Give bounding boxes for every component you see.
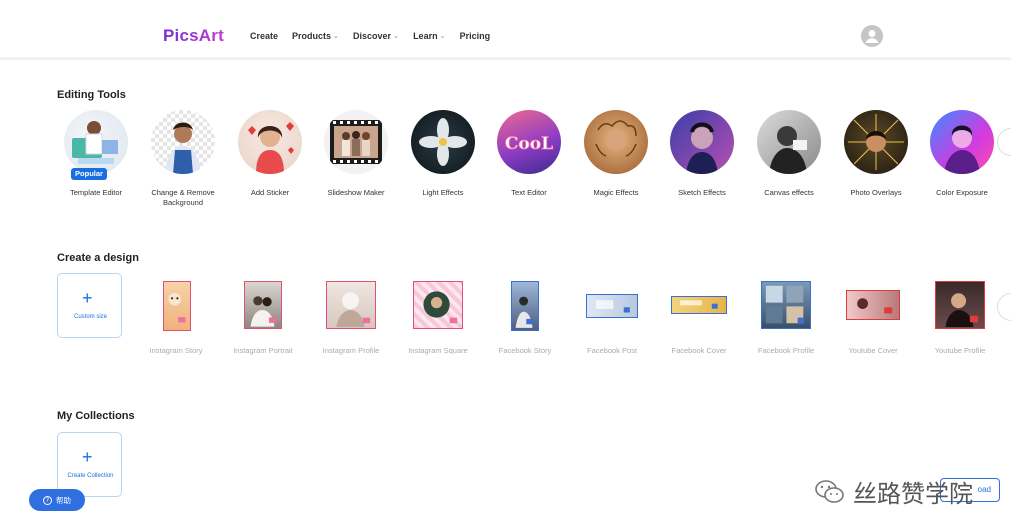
design-label: Facebook Post [586,346,638,355]
chevron-down-icon: ⌄ [333,33,339,40]
instagram-square-thumbnail [413,281,463,329]
my-collections-title: My Collections [57,410,135,422]
nav-discover[interactable]: Discover ⌄ [353,31,399,41]
design-instagram-story[interactable]: Instagram Story [132,273,220,363]
sketch-effects-thumbnail [670,110,734,174]
facebook-post-thumbnail [586,294,638,318]
tool-template-editor[interactable]: Popular Template Editor [51,110,141,198]
instagram-portrait-thumbnail [244,281,282,329]
question-icon: ? [43,495,52,505]
instagram-story-thumbnail [163,281,191,331]
design-label: Instagram Square [408,346,468,355]
instagram-profile-thumbnail [326,281,376,329]
design-label: Facebook Profile [757,346,815,355]
design-facebook-story[interactable]: Facebook Story [481,273,569,363]
nav-learn[interactable]: Learn ⌄ [413,31,446,41]
tool-label: Canvas effects [764,188,814,197]
tool-label: Template Editor [69,188,123,197]
help-button[interactable]: ? 帮助 [29,489,85,511]
facebook-profile-thumbnail [761,281,811,329]
create-collection-button[interactable]: + Create Collection [57,432,122,497]
tool-canvas-effects[interactable]: Canvas effects [744,110,834,198]
design-youtube-profile[interactable]: Youtube Profile [916,273,1004,363]
create-design-row: + Custom size Instagram Story Instagram … [57,273,1011,363]
main-nav: Create Products ⌄ Discover ⌄ Learn ⌄ Pricin… [250,31,490,41]
chevron-down-icon: ⌄ [393,33,399,40]
tool-remove-background[interactable]: Change & Remove Background [138,110,228,208]
create-collection-label: Create Collection [67,473,114,479]
canvas-effects-thumbnail [757,110,821,174]
plus-icon: + [82,447,93,467]
top-header: PicsArt Create Products ⌄ Discover ⌄ Learn… [0,0,1011,60]
tool-slideshow-maker[interactable]: Slideshow Maker [311,110,401,198]
editing-tools-title: Editing Tools [57,89,126,101]
design-facebook-post[interactable]: Facebook Post [568,273,656,363]
plus-icon: + [82,288,93,308]
tool-label: Color Exposure [936,188,988,197]
slideshow-maker-thumbnail [324,110,388,174]
tool-magic-effects[interactable]: Magic Effects [571,110,661,198]
wechat-watermark: 丝路赞学院 [815,474,973,509]
design-facebook-profile[interactable]: Facebook Profile [742,273,830,363]
tool-label: Text Editor [511,188,547,197]
tool-label: Light Effects [422,188,464,197]
design-instagram-square[interactable]: Instagram Square [394,273,482,363]
nav-pricing[interactable]: Pricing [460,31,491,41]
design-label: Facebook Cover [671,346,727,355]
tool-text-editor[interactable]: CooL Text Editor [484,110,574,198]
tool-color-exposure[interactable]: Color Exposure [917,110,1007,198]
tool-label: Sketch Effects [678,188,726,197]
template-editor-thumbnail [64,110,128,174]
youtube-profile-thumbnail [935,281,985,329]
text-editor-thumbnail: CooL [497,110,561,174]
color-exposure-thumbnail [930,110,994,174]
magic-effects-thumbnail [584,110,648,174]
design-label: Youtube Cover [848,346,898,355]
photo-overlays-thumbnail [844,110,908,174]
facebook-cover-thumbnail [671,296,727,314]
tool-label: Slideshow Maker [327,188,385,197]
custom-size-label: Custom size [73,314,107,320]
nav-create[interactable]: Create [250,31,278,41]
tool-label: Magic Effects [593,188,639,197]
design-label: Youtube Profile [934,346,986,355]
tool-label: Change & Remove Background [151,188,215,207]
custom-size-button[interactable]: + Custom size [57,273,122,338]
help-label: 帮助 [56,495,71,505]
watermark-text: 丝路赞学院 [853,480,973,508]
design-label: Instagram Profile [322,346,380,355]
tool-photo-overlays[interactable]: Photo Overlays [831,110,921,198]
tool-label: Add Sticker [250,188,290,197]
nav-products[interactable]: Products ⌄ [292,31,339,41]
wechat-icon [815,479,844,503]
design-instagram-portrait[interactable]: Instagram Portrait [219,273,307,363]
facebook-story-thumbnail [511,281,539,331]
editing-tools-row: Popular Template Editor Change & Remove … [57,110,1011,210]
remove-background-thumbnail [151,110,215,174]
user-avatar-icon[interactable] [861,25,883,47]
design-facebook-cover[interactable]: Facebook Cover [655,273,743,363]
create-design-title: Create a design [57,252,139,264]
chevron-down-icon: ⌄ [439,33,446,40]
design-label: Instagram Portrait [233,346,293,355]
tool-add-sticker[interactable]: Add Sticker [225,110,315,198]
add-sticker-thumbnail [238,110,302,174]
design-instagram-profile[interactable]: Instagram Profile [307,273,395,363]
tool-label: Photo Overlays [850,188,902,197]
youtube-cover-thumbnail [846,290,900,320]
popular-badge: Popular [71,168,107,180]
light-effects-thumbnail [411,110,475,174]
design-label: Facebook Story [498,346,552,355]
design-label: Instagram Story [149,346,203,355]
design-youtube-cover[interactable]: Youtube Cover [829,273,917,363]
tool-light-effects[interactable]: Light Effects [398,110,488,198]
tool-sketch-effects[interactable]: Sketch Effects [657,110,747,198]
picsart-logo[interactable]: PicsArt [163,26,224,46]
svg-text:CooL: CooL [505,134,553,154]
